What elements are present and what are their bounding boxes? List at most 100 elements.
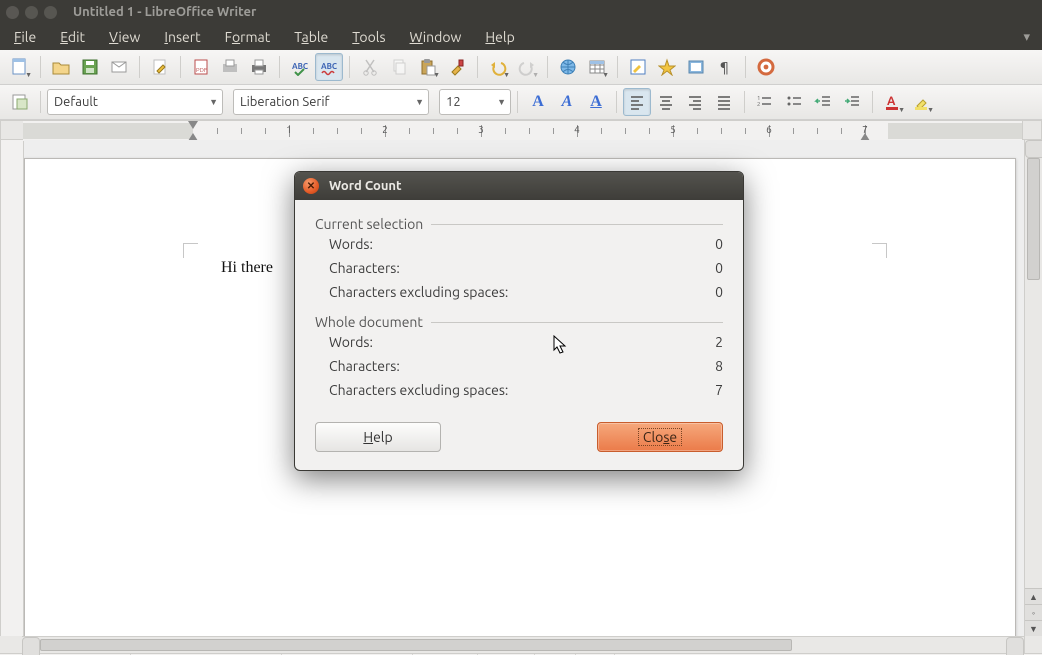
- underline-button[interactable]: A: [582, 88, 610, 116]
- redo-button[interactable]: ▼: [513, 53, 541, 81]
- section-whole-document: Whole document: [315, 314, 423, 330]
- print-preview-button[interactable]: [216, 53, 244, 81]
- undo-button[interactable]: ▼: [484, 53, 512, 81]
- value: 2: [715, 334, 723, 350]
- margin-corner-icon: [183, 243, 198, 258]
- ruler-label: 2: [382, 124, 388, 135]
- menu-help[interactable]: Help: [475, 26, 524, 48]
- save-button[interactable]: [76, 53, 104, 81]
- paste-button[interactable]: ▼: [414, 53, 442, 81]
- menu-file[interactable]: File: [4, 26, 46, 48]
- label: Words:: [329, 334, 373, 350]
- ruler-corner: [0, 120, 23, 140]
- align-right-button[interactable]: [681, 88, 709, 116]
- cut-button[interactable]: [356, 53, 384, 81]
- window-minimize-button[interactable]: [25, 6, 38, 19]
- scroll-left-button[interactable]: [22, 637, 40, 655]
- dialog-button-row: Help Close: [295, 406, 743, 470]
- horizontal-scrollbar-area: [0, 636, 1042, 653]
- dialog-title: Word Count: [329, 179, 402, 193]
- value: 0: [715, 260, 723, 276]
- dialog-body: Current selection Words: 0 Characters: 0…: [295, 200, 743, 406]
- show-draw-functions-button[interactable]: [624, 53, 652, 81]
- scroll-up-button[interactable]: [1025, 140, 1042, 158]
- menu-tools[interactable]: Tools: [342, 26, 395, 48]
- row-doc-chars: Characters: 8: [315, 354, 723, 378]
- window-maximize-button[interactable]: [44, 6, 57, 19]
- value: 0: [715, 236, 723, 252]
- menu-table[interactable]: Table: [284, 26, 338, 48]
- autospellcheck-button[interactable]: ABC: [315, 53, 343, 81]
- nonprinting-chars-button[interactable]: ¶: [711, 53, 739, 81]
- print-button[interactable]: [245, 53, 273, 81]
- margin-corner-icon: [872, 243, 887, 258]
- italic-button[interactable]: A: [553, 88, 581, 116]
- new-button[interactable]: ▼: [6, 53, 34, 81]
- edit-file-button[interactable]: [146, 53, 174, 81]
- menubar-overflow-icon[interactable]: ▾: [1023, 30, 1038, 45]
- decrease-indent-button[interactable]: [809, 88, 837, 116]
- numbered-list-button[interactable]: 12: [751, 88, 779, 116]
- export-pdf-button[interactable]: PDF: [187, 53, 215, 81]
- hyperlink-button[interactable]: [554, 53, 582, 81]
- highlight-button[interactable]: ▼: [908, 88, 936, 116]
- menu-edit[interactable]: Edit: [50, 26, 95, 48]
- scroll-right-button[interactable]: [1006, 637, 1024, 655]
- prev-page-button[interactable]: ▲: [1025, 588, 1042, 604]
- open-button[interactable]: [47, 53, 75, 81]
- svg-text:PDF: PDF: [196, 67, 207, 74]
- next-page-button[interactable]: ▼: [1025, 620, 1042, 636]
- word-count-dialog: ✕ Word Count Current selection Words: 0 …: [294, 171, 744, 471]
- ruler-label: 3: [478, 124, 484, 135]
- document-text[interactable]: Hi there: [221, 259, 273, 277]
- window-title: Untitled 1 - LibreOffice Writer: [73, 5, 256, 19]
- table-button[interactable]: ▼: [583, 53, 611, 81]
- vertical-ruler[interactable]: [0, 140, 24, 636]
- navigation-button[interactable]: ◦: [1025, 604, 1042, 620]
- help-button[interactable]: Help: [315, 422, 441, 452]
- font-size-value: 12: [446, 95, 461, 109]
- align-center-button[interactable]: [652, 88, 680, 116]
- bullet-list-button[interactable]: [780, 88, 808, 116]
- font-color-button[interactable]: A▼: [879, 88, 907, 116]
- svg-text:2: 2: [757, 101, 760, 108]
- svg-text:A: A: [887, 95, 896, 108]
- chevron-down-icon: ▼: [415, 97, 424, 107]
- menubar: File Edit View Insert Format Table Tools…: [0, 24, 1042, 50]
- window-close-button[interactable]: [6, 6, 19, 19]
- dialog-titlebar[interactable]: ✕ Word Count: [295, 172, 743, 200]
- font-name-combo[interactable]: Liberation Serif ▼: [233, 89, 429, 115]
- bold-button[interactable]: A: [524, 88, 552, 116]
- menu-format[interactable]: Format: [215, 26, 281, 48]
- vertical-scrollbar[interactable]: ▲ ◦ ▼: [1024, 140, 1042, 636]
- format-paintbrush-button[interactable]: [443, 53, 471, 81]
- row-sel-words: Words: 0: [315, 232, 723, 256]
- paragraph-style-combo[interactable]: Default ▼: [47, 89, 223, 115]
- value: 0: [715, 284, 723, 300]
- spellcheck-button[interactable]: ABC: [286, 53, 314, 81]
- font-size-combo[interactable]: 12 ▼: [439, 89, 511, 115]
- svg-text:ABC: ABC: [292, 62, 308, 71]
- gallery-button[interactable]: [682, 53, 710, 81]
- dialog-close-icon[interactable]: ✕: [303, 178, 319, 194]
- chevron-down-icon: ▼: [209, 97, 218, 107]
- align-left-button[interactable]: [623, 88, 651, 116]
- menu-view[interactable]: View: [99, 26, 150, 48]
- menu-insert[interactable]: Insert: [154, 26, 210, 48]
- horizontal-ruler[interactable]: 1234567: [23, 120, 1022, 142]
- row-doc-words: Words: 2: [315, 330, 723, 354]
- styles-button[interactable]: [6, 88, 34, 116]
- align-justify-button[interactable]: [710, 88, 738, 116]
- navigator-button[interactable]: [653, 53, 681, 81]
- email-button[interactable]: [105, 53, 133, 81]
- scroll-thumb[interactable]: [1027, 158, 1040, 280]
- menu-window[interactable]: Window: [400, 26, 472, 48]
- svg-text:ABC: ABC: [321, 62, 337, 71]
- horizontal-scrollbar[interactable]: [22, 636, 1024, 653]
- help-button[interactable]: [752, 53, 780, 81]
- font-name-value: Liberation Serif: [240, 95, 329, 109]
- scroll-thumb[interactable]: [40, 639, 792, 651]
- copy-button[interactable]: [385, 53, 413, 81]
- close-button[interactable]: Close: [597, 422, 723, 452]
- increase-indent-button[interactable]: [838, 88, 866, 116]
